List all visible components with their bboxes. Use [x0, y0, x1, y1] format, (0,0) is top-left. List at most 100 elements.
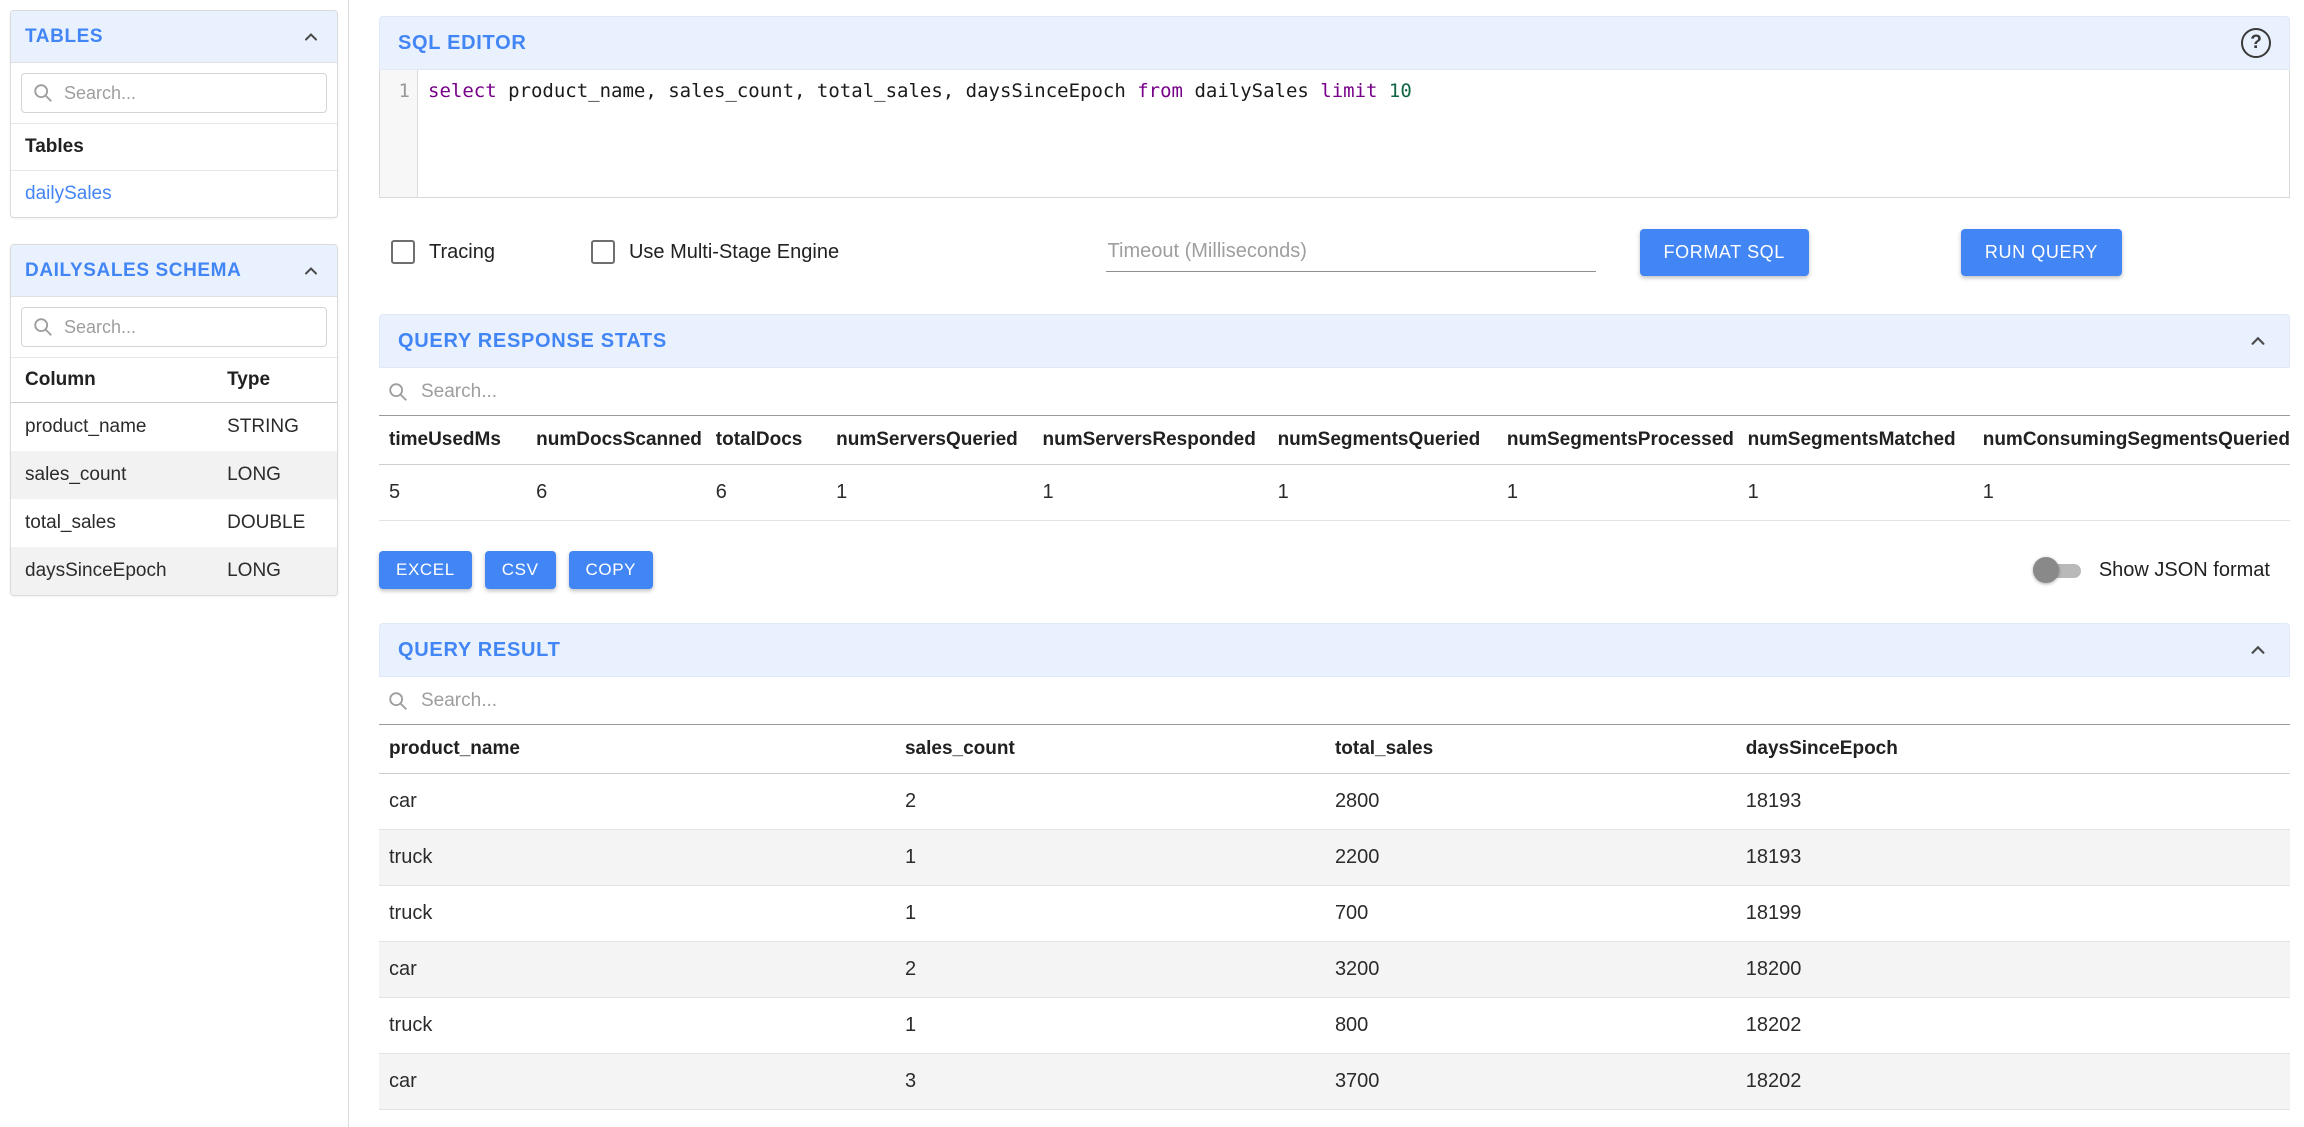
app-root: TABLES Tables dailySales DA	[0, 0, 2304, 1127]
stats-column-header[interactable]: timeUsedMs	[379, 416, 526, 465]
result-cell: car	[379, 942, 895, 998]
table-row: truck 1 800 18202	[379, 998, 2290, 1054]
stats-column-header[interactable]: numSegmentsMatched	[1738, 416, 1973, 465]
sql-table-name: dailySales	[1183, 80, 1320, 102]
search-icon	[387, 690, 409, 712]
sql-editor[interactable]: 1 select product_name, sales_count, tota…	[379, 70, 2290, 198]
stats-cell: 6	[706, 465, 826, 521]
search-icon	[32, 316, 54, 338]
result-cell: car	[379, 1054, 895, 1110]
result-cell: truck	[379, 886, 895, 942]
result-cell: 18200	[1736, 942, 2290, 998]
stats-cell: 1	[1738, 465, 1973, 521]
tracing-checkbox[interactable]: Tracing	[391, 240, 495, 264]
help-icon[interactable]: ?	[2241, 28, 2271, 58]
result-cell: truck	[379, 830, 895, 886]
chevron-up-icon[interactable]	[2245, 328, 2271, 354]
schema-column-type: STRING	[213, 403, 337, 452]
multi-stage-checkbox[interactable]: Use Multi-Stage Engine	[591, 240, 839, 264]
sql-editor-title: SQL EDITOR	[398, 32, 527, 55]
result-cell: car	[379, 774, 895, 830]
chevron-up-icon[interactable]	[299, 25, 323, 49]
tables-panel-title: TABLES	[25, 26, 103, 48]
chevron-up-icon[interactable]	[2245, 637, 2271, 663]
stats-header-row: timeUsedMs numDocsScanned totalDocs numS…	[379, 416, 2290, 465]
copy-button[interactable]: COPY	[569, 551, 654, 589]
result-cell: 1	[895, 886, 1325, 942]
tables-panel-header[interactable]: TABLES	[11, 11, 337, 63]
result-search-input[interactable]	[419, 689, 2282, 713]
json-format-toggle[interactable]	[2033, 556, 2085, 584]
table-link-dailysales[interactable]: dailySales	[25, 183, 112, 204]
schema-type-header[interactable]: Type	[213, 358, 337, 403]
result-column-header[interactable]: daysSinceEpoch	[1736, 725, 2290, 774]
table-row: total_sales DOUBLE	[11, 499, 337, 547]
stats-column-header[interactable]: numConsumingSegmentsQueried	[1973, 416, 2290, 465]
result-panel-header[interactable]: QUERY RESULT	[379, 623, 2290, 677]
result-cell: 18202	[1736, 998, 2290, 1054]
stats-cell: 5	[379, 465, 526, 521]
stats-search-input[interactable]	[419, 380, 2282, 404]
result-cell: 3	[895, 1054, 1325, 1110]
excel-button[interactable]: EXCEL	[379, 551, 472, 589]
schema-panel-header[interactable]: DAILYSALES SCHEMA	[11, 245, 337, 297]
stats-column-header[interactable]: numSegmentsQueried	[1268, 416, 1497, 465]
table-row: car 2 3200 18200	[379, 942, 2290, 998]
result-cell: 1	[895, 830, 1325, 886]
stats-column-header[interactable]: numSegmentsProcessed	[1497, 416, 1738, 465]
checkbox-icon[interactable]	[591, 240, 615, 264]
result-column-header[interactable]: product_name	[379, 725, 895, 774]
toggle-thumb[interactable]	[2033, 557, 2059, 583]
sql-editor-panel: SQL EDITOR ? 1 select product_name, sale…	[379, 16, 2290, 198]
result-column-header[interactable]: sales_count	[895, 725, 1325, 774]
chevron-up-icon[interactable]	[299, 259, 323, 283]
tables-search-input[interactable]	[62, 82, 316, 105]
result-cell: 800	[1325, 998, 1736, 1054]
schema-column-type: LONG	[213, 547, 337, 595]
stats-column-header[interactable]: totalDocs	[706, 416, 826, 465]
stats-search	[379, 368, 2290, 416]
result-cell: 18193	[1736, 774, 2290, 830]
result-column-header[interactable]: total_sales	[1325, 725, 1736, 774]
result-cell: 18193	[1736, 830, 2290, 886]
schema-table: Column Type product_name STRING sales_co…	[11, 358, 337, 595]
result-cell: 3200	[1325, 942, 1736, 998]
schema-search-input[interactable]	[62, 316, 316, 339]
csv-button[interactable]: CSV	[485, 551, 556, 589]
stats-cell: 1	[1268, 465, 1497, 521]
schema-header-row: Column Type	[11, 358, 337, 403]
result-search	[379, 677, 2290, 725]
result-cell: 1	[895, 998, 1325, 1054]
result-cell: 2200	[1325, 830, 1736, 886]
stats-cell: 1	[1033, 465, 1268, 521]
run-query-button[interactable]: RUN QUERY	[1961, 229, 2122, 276]
stats-cell: 1	[1973, 465, 2290, 521]
sql-keyword: limit	[1320, 80, 1377, 102]
sql-query-text[interactable]: select product_name, sales_count, total_…	[418, 70, 1412, 197]
stats-panel-header[interactable]: QUERY RESPONSE STATS	[379, 314, 2290, 368]
format-sql-button[interactable]: FORMAT SQL	[1640, 229, 1809, 276]
search-icon	[32, 82, 54, 104]
result-cell: 700	[1325, 886, 1736, 942]
query-result-panel: QUERY RESULT product_name sales_	[379, 623, 2290, 1110]
timeout-field	[1106, 232, 1596, 272]
table-row: car 2 2800 18193	[379, 774, 2290, 830]
schema-column-header[interactable]: Column	[11, 358, 213, 403]
json-format-toggle-group: Show JSON format	[2033, 556, 2290, 584]
schema-panel: DAILYSALES SCHEMA Column Type	[10, 244, 338, 596]
schema-column-name: product_name	[11, 403, 213, 452]
stats-column-header[interactable]: numServersQueried	[826, 416, 1032, 465]
tables-list-header: Tables	[11, 124, 337, 171]
timeout-input[interactable]	[1106, 232, 1596, 272]
schema-search-box[interactable]	[21, 307, 327, 347]
json-toggle-label: Show JSON format	[2099, 559, 2270, 582]
tables-search	[11, 63, 337, 124]
checkbox-icon[interactable]	[391, 240, 415, 264]
tables-search-box[interactable]	[21, 73, 327, 113]
schema-column-name: daysSinceEpoch	[11, 547, 213, 595]
sql-select-list: product_name, sales_count, total_sales, …	[497, 80, 1138, 102]
schema-column-name: total_sales	[11, 499, 213, 547]
stats-column-header[interactable]: numDocsScanned	[526, 416, 706, 465]
sidebar: TABLES Tables dailySales DA	[0, 0, 348, 1127]
stats-column-header[interactable]: numServersResponded	[1033, 416, 1268, 465]
